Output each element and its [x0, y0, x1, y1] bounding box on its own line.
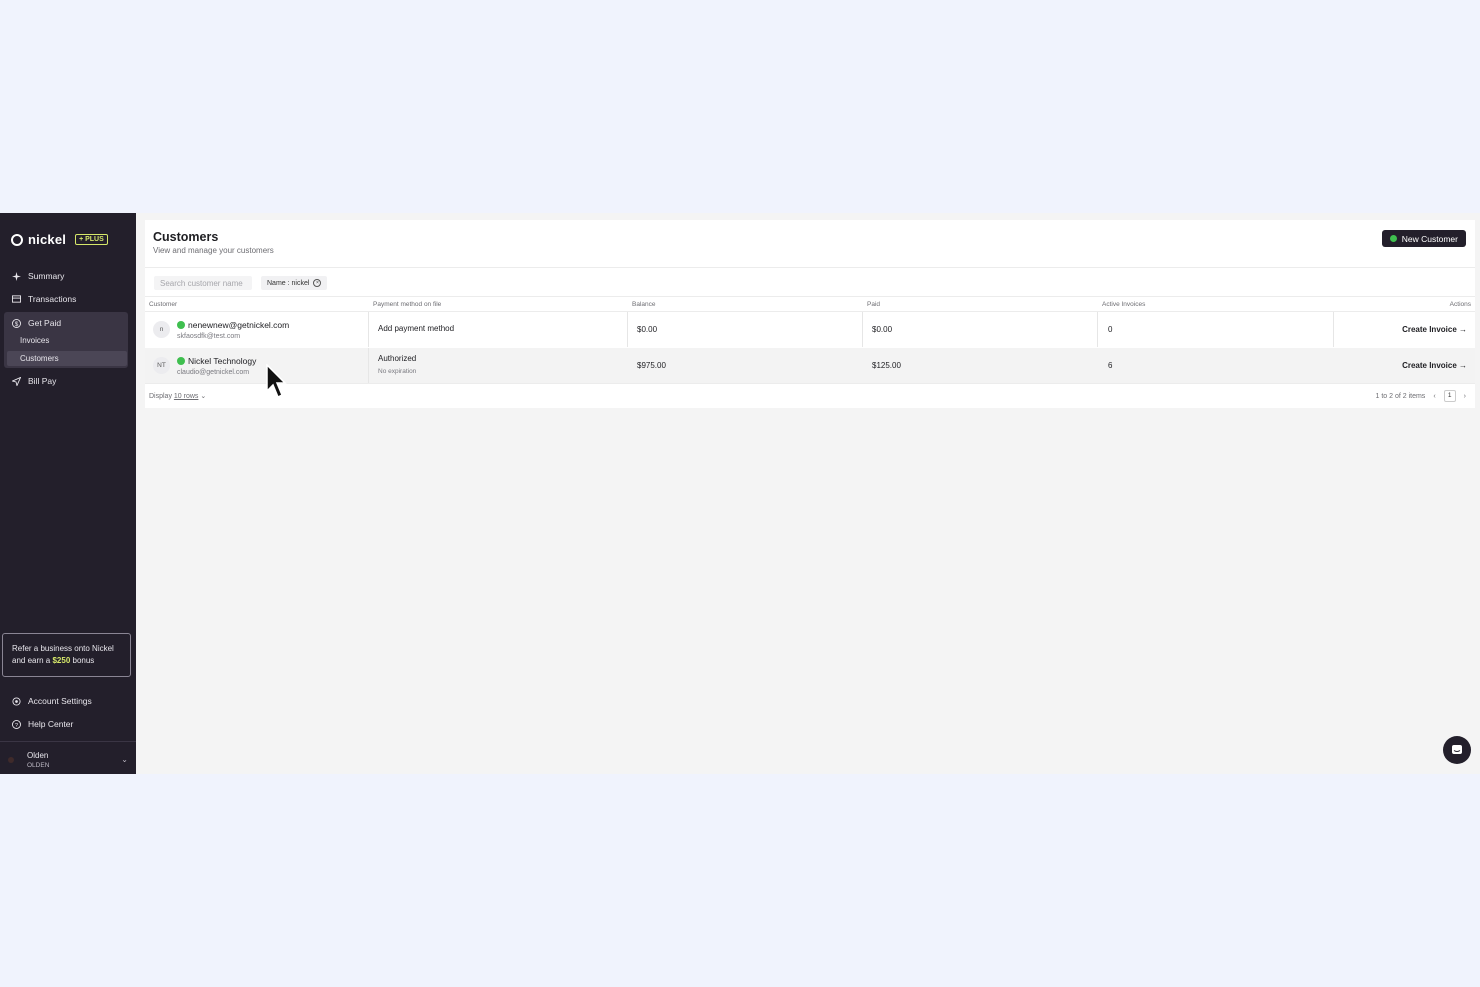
- table-row[interactable]: NT Nickel Technology claudio@getnickel.c…: [145, 348, 1475, 383]
- balance-value: $0.00: [637, 325, 658, 334]
- check-circle-icon: [177, 357, 185, 365]
- customer-email: skfaosdfk@test.com: [177, 333, 241, 340]
- sidebar-item-label: Summary: [28, 271, 65, 281]
- sidebar-item-label: Account Settings: [28, 696, 92, 706]
- customer-name-text: nenewnew@getnickel.com: [188, 320, 290, 330]
- close-icon[interactable]: ×: [313, 279, 322, 287]
- table-row[interactable]: n nenewnew@getnickel.com skfaosdfk@test.…: [145, 312, 1475, 347]
- brand-name: nickel: [28, 232, 67, 247]
- page-number[interactable]: 1: [1443, 390, 1456, 402]
- customer-name[interactable]: Nickel Technology: [177, 356, 256, 366]
- customers-panel: Customers View and manage your customers…: [145, 220, 1475, 408]
- sidebar-item-account-settings[interactable]: Account Settings: [3, 691, 129, 711]
- payment-method-status: Authorized: [378, 354, 417, 363]
- column-header-paid[interactable]: Paid: [867, 301, 880, 308]
- chat-launcher-button[interactable]: [1443, 736, 1471, 764]
- avatar: NT: [153, 357, 170, 374]
- paid-value: $0.00: [872, 325, 893, 334]
- chevron-right-icon[interactable]: ›: [1464, 393, 1466, 400]
- pagination-range: 1 to 2 of 2 items: [1375, 392, 1426, 400]
- promo-amount: $250: [52, 656, 71, 665]
- user-org: OLDEN: [27, 762, 50, 769]
- avatar: n: [153, 321, 170, 338]
- sidebar: nickel + PLUS Summary Transactions $ Get…: [0, 213, 136, 774]
- chevron-left-icon[interactable]: ‹: [1433, 393, 1435, 400]
- sidebar-item-bill-pay[interactable]: Bill Pay: [3, 371, 129, 391]
- create-invoice-button[interactable]: Create Invoice →: [1402, 361, 1467, 370]
- app-frame: nickel + PLUS Summary Transactions $ Get…: [0, 213, 1480, 774]
- chevron-down-icon: ⌄: [121, 755, 128, 764]
- create-invoice-button[interactable]: Create Invoice →: [1402, 325, 1467, 334]
- column-header-active-invoices[interactable]: Active Invoices: [1102, 301, 1145, 308]
- sidebar-item-help-center[interactable]: ? Help Center: [3, 714, 129, 734]
- sidebar-item-summary[interactable]: Summary: [3, 266, 129, 286]
- sidebar-item-label: Help Center: [28, 719, 74, 729]
- column-header-customer[interactable]: Customer: [149, 301, 177, 308]
- pagination: 1 to 2 of 2 items ‹ 1 ›: [1375, 390, 1466, 402]
- rows-select[interactable]: 10 rows: [174, 393, 199, 400]
- page-subtitle: View and manage your customers: [153, 246, 274, 255]
- cell-divider: [1333, 312, 1334, 347]
- page-title: Customers: [153, 230, 219, 244]
- payment-method-expiry: No expiration: [378, 368, 417, 375]
- customer-name-text: Nickel Technology: [188, 356, 257, 366]
- sidebar-item-get-paid[interactable]: $ Get Paid: [3, 313, 129, 333]
- sparkle-icon: [11, 271, 21, 281]
- sidebar-item-label: Bill Pay: [28, 376, 57, 386]
- cell-divider: [627, 312, 628, 347]
- column-header-payment[interactable]: Payment method on file: [373, 301, 441, 308]
- sidebar-subitem-customers[interactable]: Customers: [7, 351, 127, 366]
- new-customer-label: New Customer: [1401, 233, 1458, 244]
- logo-mark-icon: [11, 233, 23, 246]
- active-invoices-value: 0: [1108, 325, 1113, 334]
- mouse-cursor-icon: [266, 364, 287, 399]
- promo-text-after: bonus: [70, 656, 95, 665]
- divider: [145, 267, 1475, 268]
- plus-circle-icon: [1389, 235, 1397, 242]
- sidebar-item-transactions[interactable]: Transactions: [3, 289, 129, 309]
- check-circle-icon: [177, 321, 185, 329]
- send-icon: [11, 376, 21, 386]
- dollar-circle-icon: $: [11, 318, 21, 328]
- column-header-actions: Actions: [1449, 301, 1471, 308]
- referral-promo[interactable]: Refer a business onto Nickel and earn a …: [2, 633, 131, 677]
- filter-chip[interactable]: Name : nickel ×: [261, 276, 328, 290]
- cell-divider: [862, 312, 863, 347]
- user-switcher[interactable]: Olden OLDEN ⌄: [0, 741, 136, 774]
- add-payment-method-link[interactable]: Add payment method: [378, 324, 454, 333]
- divider: [145, 296, 1475, 297]
- balance-value: $975.00: [637, 361, 666, 370]
- plus-badge: + PLUS: [75, 234, 108, 245]
- display-label: Display: [149, 393, 172, 400]
- divider: [145, 383, 1475, 384]
- help-circle-icon: ?: [11, 719, 21, 729]
- sidebar-subitem-invoices[interactable]: Invoices: [7, 333, 127, 348]
- paid-value: $125.00: [872, 361, 901, 370]
- search-input[interactable]: [154, 276, 252, 290]
- cell-divider: [368, 312, 369, 347]
- cell-divider: [368, 348, 369, 383]
- filter-chip-label: Name : nickel: [267, 279, 310, 287]
- cell-divider: [1097, 312, 1098, 347]
- card-icon: [11, 294, 21, 304]
- chat-icon: [1452, 745, 1462, 754]
- sidebar-item-label: Get Paid: [28, 318, 62, 328]
- active-invoices-value: 6: [1108, 361, 1113, 370]
- customer-name[interactable]: nenewnew@getnickel.com: [177, 320, 289, 330]
- rows-per-page[interactable]: Display 10 rows ⌄: [149, 392, 206, 400]
- customer-email: claudio@getnickel.com: [177, 369, 250, 376]
- sidebar-item-label: Transactions: [28, 294, 77, 304]
- column-header-balance[interactable]: Balance: [632, 301, 656, 308]
- chevron-down-icon: ⌄: [200, 393, 207, 400]
- new-customer-button[interactable]: New Customer: [1381, 230, 1466, 247]
- user-avatar: [8, 757, 14, 763]
- brand-logo[interactable]: nickel + PLUS: [11, 232, 108, 247]
- user-name: Olden: [27, 751, 49, 760]
- svg-text:$: $: [14, 320, 18, 327]
- gear-icon: [11, 696, 21, 706]
